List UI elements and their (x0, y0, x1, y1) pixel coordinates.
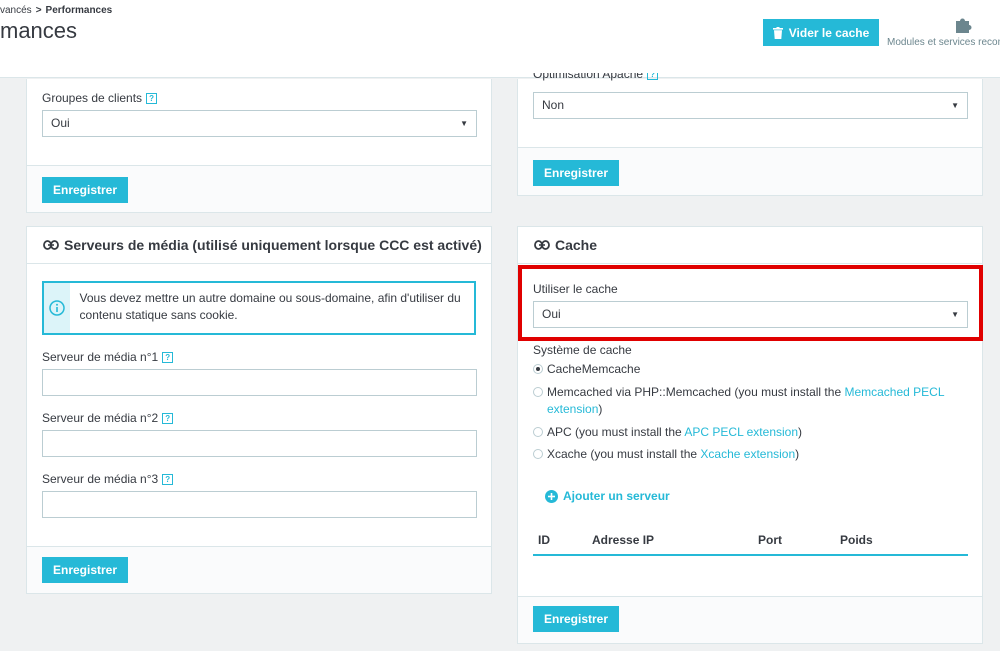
breadcrumb-current: Performances (45, 5, 113, 16)
column-ip-address: Adresse IP (592, 533, 655, 547)
customer-groups-select[interactable]: Oui ▼ (42, 110, 477, 137)
add-server-button[interactable]: Ajouter un serveur (545, 489, 670, 503)
radio-option-memcached[interactable]: Memcached via PHP::Memcached (you must i… (533, 384, 963, 418)
customer-groups-label: Groupes de clients? (42, 91, 158, 105)
save-button[interactable]: Enregistrer (42, 177, 129, 203)
apc-pecl-link[interactable]: APC PECL extension (684, 425, 798, 439)
radio-option-apc[interactable]: APC (you must install the APC PECL exten… (533, 424, 963, 441)
media-server-2-label: Serveur de média n°2? (42, 411, 174, 425)
help-icon[interactable]: ? (162, 474, 174, 486)
panel-footer: Enregistrer (27, 165, 491, 212)
breadcrumb-parent[interactable]: vancés (0, 5, 32, 16)
help-icon[interactable]: ? (162, 413, 174, 425)
radio-button[interactable] (533, 387, 543, 397)
media-server-1-input[interactable] (42, 369, 477, 396)
help-icon[interactable]: ? (162, 352, 174, 364)
panel-footer: Enregistrer (518, 147, 982, 195)
caret-down-icon: ▼ (460, 119, 468, 128)
page-header: vancés > Performances mances Vider le cach… (0, 0, 1000, 78)
clear-cache-label: Vider le cache (788, 25, 870, 40)
info-alert: Vous devez mettre un autre domaine ou so… (42, 281, 476, 335)
radio-option-xcache[interactable]: Xcache (you must install the Xcache exte… (533, 446, 963, 463)
highlight-box (518, 265, 983, 341)
save-button[interactable]: Enregistrer (533, 160, 620, 186)
caret-down-icon: ▼ (951, 101, 959, 110)
add-server-label: Ajouter un serveur (563, 489, 670, 503)
servers-table-header: ID Adresse IP Port Poids (533, 528, 968, 556)
panel-heading: Cache (518, 227, 982, 264)
info-icon (49, 300, 65, 316)
panel-footer: Enregistrer (518, 596, 982, 643)
trash-icon (772, 26, 783, 39)
help-icon[interactable]: ? (647, 73, 659, 81)
media-server-2-input[interactable] (42, 430, 477, 457)
modules-services-label: Modules et services recom (887, 37, 1000, 48)
media-server-3-input[interactable] (42, 491, 477, 518)
puzzle-icon (956, 18, 972, 33)
radio-button[interactable] (533, 449, 543, 459)
radio-button[interactable] (533, 364, 543, 374)
modules-services-link[interactable]: Modules et services recom (886, 16, 1000, 56)
clear-cache-button[interactable]: Vider le cache (763, 19, 879, 46)
apache-optimization-select[interactable]: Non ▼ (533, 92, 968, 119)
media-servers-title: Serveurs de média (utilisé uniquement lo… (64, 237, 482, 253)
page-title: mances (0, 18, 78, 43)
save-button[interactable]: Enregistrer (533, 606, 620, 632)
media-server-3-label: Serveur de média n°3? (42, 472, 174, 486)
link-icon (534, 240, 550, 250)
radio-option-cachememcache[interactable]: CacheMemcache (533, 361, 963, 378)
info-alert-text: Vous devez mettre un autre domaine ou so… (79, 291, 461, 322)
breadcrumb: vancés > Performances (0, 5, 112, 16)
save-button[interactable]: Enregistrer (42, 557, 129, 583)
panel-footer: Enregistrer (27, 546, 491, 593)
apache-optimization-label: Optimisation Apache? (533, 73, 659, 85)
media-servers-panel: Serveurs de média (utilisé uniquement lo… (26, 226, 492, 594)
panel-heading: Serveurs de média (utilisé uniquement lo… (27, 227, 491, 264)
column-id: ID (538, 533, 550, 547)
breadcrumb-separator: > (35, 5, 42, 16)
column-port: Port (758, 533, 782, 547)
help-icon[interactable]: ? (146, 93, 158, 105)
cache-title: Cache (555, 237, 598, 253)
column-weight: Poids (840, 533, 873, 547)
xcache-link[interactable]: Xcache extension (700, 447, 795, 461)
customer-groups-panel: Groupes de clients? Oui ▼ Enregistrer (26, 79, 492, 213)
apache-optimization-panel: Optimisation Apache? Non ▼ Enregistrer (517, 73, 983, 196)
plus-circle-icon (545, 489, 558, 503)
link-icon (43, 240, 59, 250)
radio-button[interactable] (533, 427, 543, 437)
media-server-1-label: Serveur de média n°1? (42, 350, 174, 364)
cache-system-label: Système de cache (533, 343, 632, 357)
